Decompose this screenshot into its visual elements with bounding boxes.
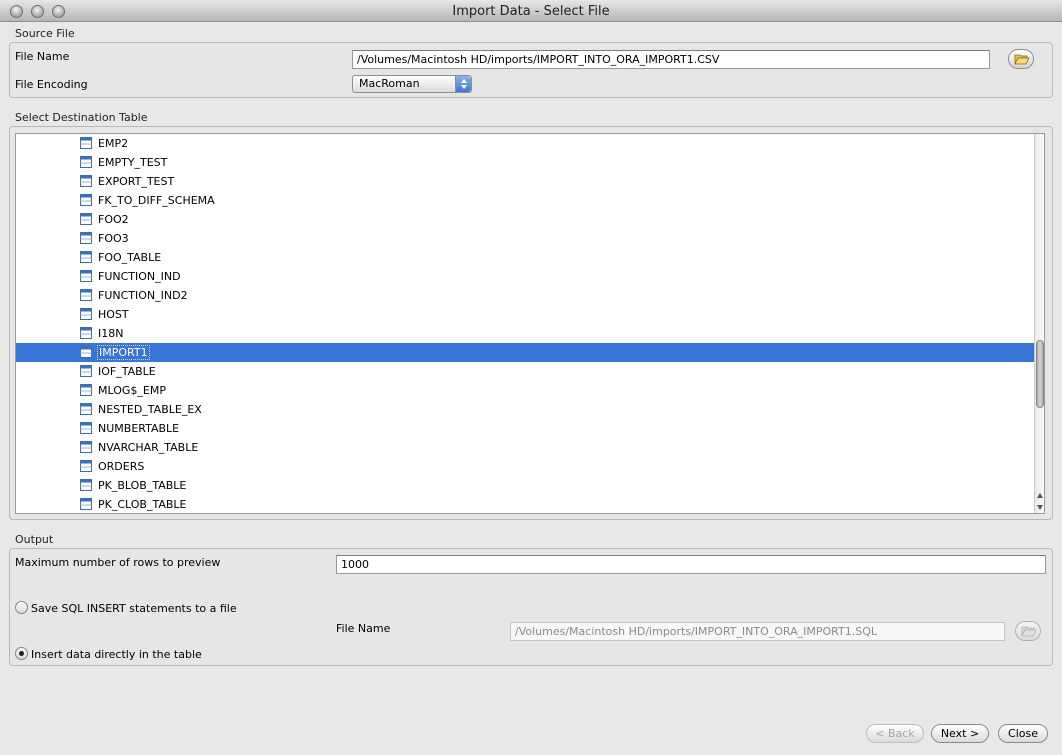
- table-icon: [80, 479, 92, 491]
- file-encoding-select[interactable]: MacRoman: [352, 75, 472, 93]
- tree-item-label: FOO2: [98, 213, 129, 226]
- insert-direct-label[interactable]: Insert data directly in the table: [31, 648, 202, 661]
- scroll-up-arrow-icon[interactable]: [1036, 491, 1044, 501]
- tree-item-table[interactable]: NESTED_TABLE_EX: [16, 400, 1036, 419]
- tree-item-table[interactable]: NVARCHAR_TABLE: [16, 438, 1036, 457]
- table-icon: [80, 460, 92, 472]
- tree-item-label: FUNCTION_IND2: [98, 289, 188, 302]
- back-button[interactable]: < Back: [866, 724, 924, 743]
- table-icon: [80, 251, 92, 263]
- tree-item-table[interactable]: NUMBERTABLE: [16, 419, 1036, 438]
- tree-item-table[interactable]: PK_CLOB_TABLE: [16, 495, 1036, 513]
- tree-vertical-scrollbar[interactable]: [1034, 134, 1044, 513]
- tree-item-table[interactable]: FOO2: [16, 210, 1036, 229]
- tree-item-table[interactable]: FOO_TABLE: [16, 248, 1036, 267]
- table-icon: [80, 384, 92, 396]
- tree-item-label: I18N: [98, 327, 124, 340]
- tree-item-label: NESTED_TABLE_EX: [98, 403, 202, 416]
- folder-open-icon: [1021, 626, 1037, 637]
- output-file-name-input[interactable]: /Volumes/Macintosh HD/imports/IMPORT_INT…: [510, 622, 1005, 641]
- tree-item-label: PK_CLOB_TABLE: [98, 498, 187, 511]
- tree-item-table[interactable]: HOST: [16, 305, 1036, 324]
- table-icon: [80, 175, 92, 187]
- destination-table-tree[interactable]: EMP2 EMPTY_TEST EXPORT_TEST FK_TO_DIFF_SCHE…: [15, 133, 1045, 514]
- table-icon: [80, 498, 92, 510]
- tree-item-table[interactable]: EXPORT_TEST: [16, 172, 1036, 191]
- tree-item-label: PK_BLOB_TABLE: [98, 479, 187, 492]
- scroll-down-arrow-icon[interactable]: [1036, 502, 1044, 512]
- table-icon: [80, 213, 92, 225]
- tree-item-table[interactable]: FUNCTION_IND: [16, 267, 1036, 286]
- next-button[interactable]: Next >: [931, 724, 989, 743]
- tree-item-label: FOO_TABLE: [98, 251, 162, 264]
- tree-item-label: FK_TO_DIFF_SCHEMA: [98, 194, 215, 207]
- tree-item-table[interactable]: ORDERS: [16, 457, 1036, 476]
- tree-item-label: FOO3: [98, 232, 129, 245]
- folder-open-icon: [1014, 54, 1030, 65]
- window-title: Import Data - Select File: [452, 4, 610, 19]
- table-icon: [80, 422, 92, 434]
- tree-item-table[interactable]: I18N: [16, 324, 1036, 343]
- tree-item-table[interactable]: FK_TO_DIFF_SCHEMA: [16, 191, 1036, 210]
- table-icon: [80, 327, 92, 339]
- file-name-label: File Name: [15, 50, 70, 63]
- scrollbar-thumb[interactable]: [1036, 340, 1044, 408]
- table-icon: [80, 137, 92, 149]
- tree-item-table[interactable]: FUNCTION_IND2: [16, 286, 1036, 305]
- destination-section-label: Select Destination Table: [15, 111, 148, 124]
- tree-item-table[interactable]: PK_BLOB_TABLE: [16, 476, 1036, 495]
- tree-item-label: NVARCHAR_TABLE: [98, 441, 199, 454]
- table-icon: [80, 365, 92, 377]
- table-icon: [80, 156, 92, 168]
- tree-item-label: NUMBERTABLE: [98, 422, 180, 435]
- tree-item-label: EMP2: [98, 137, 129, 150]
- file-encoding-label: File Encoding: [15, 78, 88, 91]
- tree-item-label: IMPORT1: [97, 345, 150, 360]
- max-rows-input[interactable]: 1000: [336, 555, 1046, 574]
- table-icon: [80, 441, 92, 453]
- tree-item-table[interactable]: IOF_TABLE: [16, 362, 1036, 381]
- table-icon: [80, 346, 92, 358]
- insert-direct-radio[interactable]: [15, 647, 28, 660]
- browse-source-file-button[interactable]: [1008, 49, 1034, 69]
- tree-item-table[interactable]: EMP2: [16, 134, 1036, 153]
- file-encoding-value: MacRoman: [359, 77, 420, 90]
- save-sql-radio[interactable]: [15, 601, 28, 614]
- browse-output-file-button[interactable]: [1015, 621, 1041, 641]
- save-sql-label[interactable]: Save SQL INSERT statements to a file: [31, 602, 237, 615]
- tree-item-table[interactable]: EMPTY_TEST: [16, 153, 1036, 172]
- tree-item-table[interactable]: FOO3: [16, 229, 1036, 248]
- table-icon: [80, 194, 92, 206]
- output-section-label: Output: [15, 533, 54, 546]
- close-button[interactable]: Close: [998, 724, 1048, 743]
- table-icon: [80, 232, 92, 244]
- tree-item-label: MLOG$_EMP: [98, 384, 166, 397]
- tree-item-table[interactable]: MLOG$_EMP: [16, 381, 1036, 400]
- table-icon: [80, 308, 92, 320]
- source-file-name-input[interactable]: /Volumes/Macintosh HD/imports/IMPORT_INT…: [352, 50, 990, 69]
- tree-item-label: FUNCTION_IND: [98, 270, 181, 283]
- tree-item-label: EMPTY_TEST: [98, 156, 168, 169]
- source-file-section-label: Source File: [15, 27, 75, 40]
- tree-item-label: IOF_TABLE: [98, 365, 156, 378]
- title-bar: Import Data - Select File: [0, 0, 1062, 22]
- table-icon: [80, 270, 92, 282]
- table-icon: [80, 289, 92, 301]
- output-file-name-label: File Name: [336, 622, 391, 635]
- tree-item-label: HOST: [98, 308, 129, 321]
- tree-item-table[interactable]: IMPORT1: [16, 343, 1036, 362]
- table-icon: [80, 403, 92, 415]
- max-rows-label: Maximum number of rows to preview: [15, 556, 221, 569]
- select-arrows-icon: [455, 76, 471, 92]
- tree-item-label: ORDERS: [98, 460, 145, 473]
- tree-item-label: EXPORT_TEST: [98, 175, 175, 188]
